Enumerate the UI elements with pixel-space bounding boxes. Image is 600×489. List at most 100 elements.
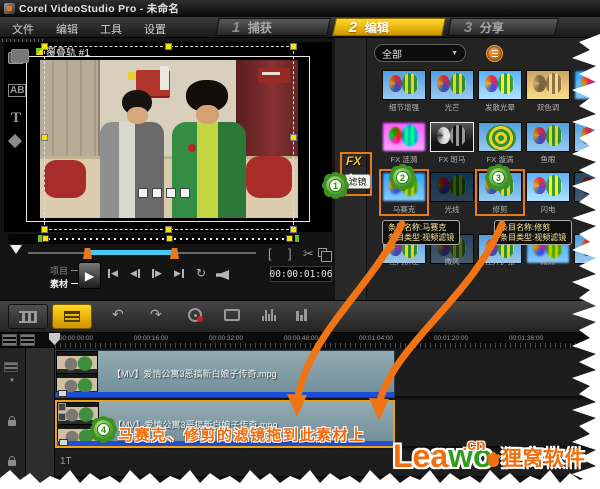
filter-library-icon[interactable]: FX xyxy=(346,154,361,168)
ruler-tick: 00:00:32:00 xyxy=(209,335,243,342)
trim-end-mark[interactable] xyxy=(295,235,299,242)
chevron-down-icon[interactable]: ▼ xyxy=(9,378,15,384)
filter-thumb[interactable] xyxy=(430,122,474,152)
filter-thumb[interactable] xyxy=(574,172,600,202)
menu-file[interactable]: 文件 xyxy=(12,21,34,37)
overlay-selection[interactable] xyxy=(44,46,294,230)
track-lock-column: ▼ xyxy=(0,348,26,489)
instant-playback-icon[interactable] xyxy=(224,309,240,321)
mode-clip[interactable]: 素材 xyxy=(50,277,78,290)
record-capture-icon[interactable] xyxy=(188,308,202,322)
track-manager-icon[interactable] xyxy=(4,362,18,372)
tab-edit[interactable]: 2 编辑 xyxy=(332,18,446,36)
media-library-icon[interactable] xyxy=(8,52,24,64)
filter-label: FX 涟漪 xyxy=(380,154,428,165)
filter-label: 往外扩张 xyxy=(476,256,524,267)
trim-marker[interactable] xyxy=(286,235,293,242)
menu-edit[interactable]: 编辑 xyxy=(56,21,78,37)
track-list-button[interactable] xyxy=(20,334,35,346)
timecode-display: 00:00:01:06 xyxy=(270,266,332,282)
category-dropdown[interactable]: 全部 ▼ xyxy=(374,44,466,62)
filter-thumb[interactable] xyxy=(382,70,426,100)
ruler-tick: 00:01:36:00 xyxy=(509,335,543,342)
title-library-icon[interactable]: T xyxy=(11,110,21,127)
filter-thumb[interactable] xyxy=(526,122,570,152)
go-start-button[interactable]: ◀ xyxy=(108,268,118,279)
filter-thumb[interactable] xyxy=(526,70,570,100)
filter-thumb[interactable] xyxy=(430,172,474,202)
track-view-button[interactable] xyxy=(2,334,17,346)
step-3-badge: 3 xyxy=(489,168,508,187)
filter-thumb[interactable] xyxy=(382,122,426,152)
filter-thumb[interactable] xyxy=(478,122,522,152)
trim-bar[interactable] xyxy=(8,234,300,244)
split-clip-button[interactable]: ✂ xyxy=(303,246,314,262)
mode-project[interactable]: 项目 xyxy=(50,264,78,277)
selection-handle[interactable] xyxy=(41,134,48,141)
selection-handle[interactable] xyxy=(165,226,172,233)
mark-out-button[interactable]: ] xyxy=(288,246,292,261)
mark-in-button[interactable]: [ xyxy=(268,246,272,261)
undo-button[interactable]: ↶ xyxy=(112,306,124,323)
audio-waveform-icon[interactable] xyxy=(262,309,276,321)
leawo-watermark: Leawo.cn 狸窝软件 xyxy=(393,441,586,471)
timeline-clip-video[interactable]: 【MV】爱情公寓3恶搞新白娘子传奇.mpg xyxy=(55,350,395,398)
app-window: Corel VideoStudio Pro - 未命名 文件 编辑 工具 设置 … xyxy=(0,0,600,489)
prev-frame-button[interactable]: ◀ xyxy=(130,268,140,279)
tab-capture[interactable]: 1 捕获 xyxy=(215,18,331,36)
title-track-icon[interactable]: 1T xyxy=(60,456,72,467)
selection-handle[interactable] xyxy=(165,43,172,50)
step-1-badge: 1 xyxy=(326,176,345,195)
filter-thumb[interactable] xyxy=(478,70,522,100)
menu-tools[interactable]: 工具 xyxy=(100,21,122,37)
timeline-icon xyxy=(64,311,80,322)
filter-thumb[interactable] xyxy=(574,122,600,152)
storyboard-icon xyxy=(19,311,37,323)
enlarge-preview-button[interactable] xyxy=(318,248,327,257)
filter-thumb[interactable] xyxy=(430,70,474,100)
filter-label: 细节增强 xyxy=(380,102,428,113)
timeline-view-button[interactable] xyxy=(52,304,92,329)
step-4-badge: 4 xyxy=(94,420,113,439)
next-frame-button[interactable]: ▶ xyxy=(152,268,162,279)
tab-share[interactable]: 3 分享 xyxy=(447,18,559,36)
storyboard-view-button[interactable] xyxy=(8,304,48,329)
gallery-options-button[interactable] xyxy=(486,45,503,62)
clip-attribute-icon xyxy=(58,403,66,411)
transition-library-icon[interactable]: AB xyxy=(8,84,26,97)
volume-icon[interactable] xyxy=(216,270,229,280)
paw-icon xyxy=(488,456,499,467)
lock-icon[interactable] xyxy=(8,460,16,466)
timeline-ruler[interactable]: 00:00:00:00 00:00:16:00 00:00:32:00 00:0… xyxy=(0,332,600,348)
selection-handle[interactable] xyxy=(290,134,297,141)
overlay-track-label: 覆叠轨 #1 xyxy=(36,44,90,59)
repeat-button[interactable]: ↻ xyxy=(196,266,206,280)
window-title: Corel VideoStudio Pro - 未命名 xyxy=(19,1,179,16)
filter-thumb[interactable] xyxy=(526,172,570,202)
filter-label: 往内挤压 xyxy=(380,256,428,267)
ruler-tick: 00:00:48:00 xyxy=(284,335,318,342)
filter-thumb[interactable] xyxy=(574,234,600,264)
playhead-marker[interactable] xyxy=(10,245,22,260)
sound-mixer-icon[interactable] xyxy=(296,309,307,321)
play-button[interactable]: ▶ xyxy=(78,262,101,289)
filter-label: FX 漩涡 xyxy=(476,154,524,165)
trim-marker[interactable] xyxy=(42,235,49,242)
selection-handle[interactable] xyxy=(41,226,48,233)
filter-label: 双色调 xyxy=(524,102,572,113)
selection-handle[interactable] xyxy=(290,226,297,233)
menu-settings[interactable]: 设置 xyxy=(144,21,166,37)
trim-range[interactable] xyxy=(88,250,174,255)
trim-marker[interactable] xyxy=(166,235,173,242)
app-icon xyxy=(4,3,15,14)
preview-stage[interactable]: 覆叠轨 #1 xyxy=(4,42,332,232)
tooltip-trim: 条目名称:修剪 条目类型:视频滤镜 xyxy=(494,220,572,245)
go-end-button[interactable]: ▶ xyxy=(174,268,184,279)
filter-thumb[interactable] xyxy=(574,70,600,100)
filter-label: 雨点 xyxy=(524,256,572,267)
selection-handle[interactable] xyxy=(290,43,297,50)
lock-icon[interactable] xyxy=(8,420,16,426)
filter-label: FX 斑马 xyxy=(428,154,476,165)
step-2-badge: 2 xyxy=(393,168,412,187)
redo-button[interactable]: ↷ xyxy=(150,306,162,323)
